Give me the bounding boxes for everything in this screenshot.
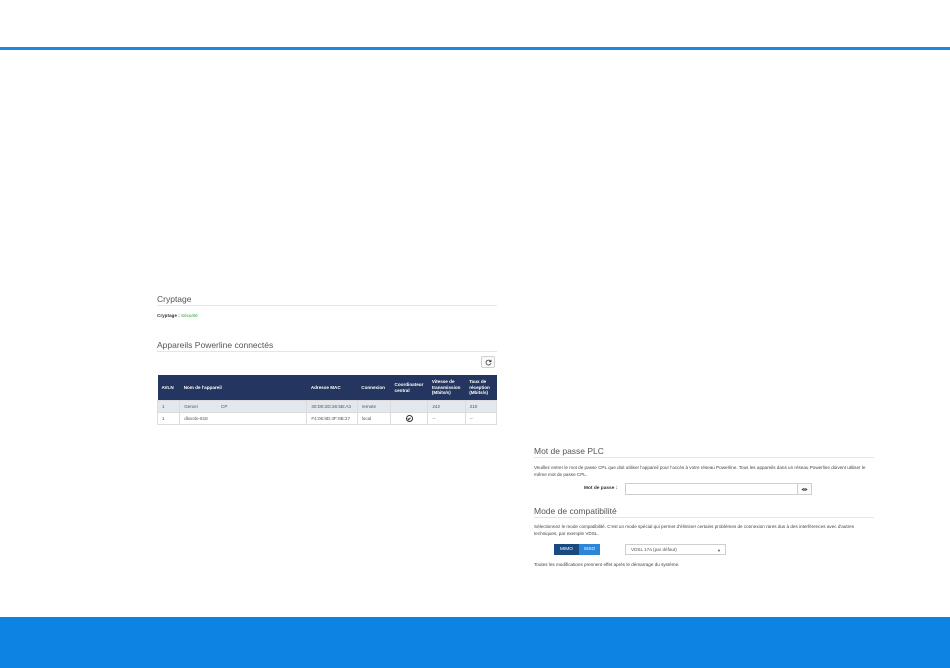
- cell-tx: 242: [427, 400, 466, 413]
- divider: [157, 305, 497, 306]
- refresh-button[interactable]: [481, 356, 495, 368]
- col-mac: Adresse MAC: [306, 375, 358, 401]
- encryption-value: Sécurité: [181, 313, 198, 318]
- eye-icon: [801, 487, 808, 491]
- cell-device-name: Gerxei CP: [179, 400, 308, 413]
- devices-table: AVLN Nom de l'appareil Adresse MAC Conne…: [156, 375, 498, 425]
- devices-title: Appareils Powerline connectés: [157, 340, 274, 350]
- footer-bar: [0, 617, 950, 668]
- compat-mode-value: VDSL 17a (par défaut): [631, 547, 677, 552]
- cell-connection: remote: [356, 400, 392, 413]
- show-password-button[interactable]: [797, 483, 812, 495]
- password-input[interactable]: [625, 483, 798, 495]
- cell-coordinator: [390, 400, 429, 413]
- device-name-suffix: CP: [221, 404, 228, 409]
- refresh-icon: [485, 359, 491, 365]
- password-label: Mot de passe :: [584, 486, 618, 491]
- password-title: Mot de passe PLC: [534, 446, 604, 456]
- col-tx: Vitesse de transmission (Mbits/s): [427, 375, 466, 401]
- divider: [534, 457, 874, 458]
- encryption-status: Cryptage : Sécurité: [157, 313, 198, 320]
- col-device-name: Nom de l'appareil: [179, 375, 307, 401]
- caret-down-icon: ▼: [717, 548, 721, 553]
- compat-note: Toutes les modifications prennent effet …: [534, 562, 680, 567]
- divider: [534, 517, 874, 518]
- cell-connection: local: [356, 412, 392, 425]
- cell-mac: 30:D8:2D:26:5B:A3: [306, 400, 358, 413]
- col-coordinator: Coordinateur central: [390, 375, 428, 401]
- cell-coordinator: [390, 412, 429, 425]
- cell-avln: 1: [156, 400, 181, 413]
- cell-mac: F4:06:8D:4F:8B:27: [306, 412, 358, 425]
- toggle-mimo[interactable]: MIMO: [554, 544, 579, 555]
- cell-rx: --: [464, 412, 498, 425]
- cell-device-name: dlxvolo-818: [179, 412, 308, 425]
- col-avln: AVLN: [157, 375, 180, 401]
- compat-mode-select[interactable]: VDSL 17a (par défaut) ▼: [625, 544, 726, 555]
- check-circle-icon: [405, 415, 413, 422]
- device-name: Gerxei: [184, 404, 198, 409]
- compat-description: Sélectionnez le mode compatibilité. C'es…: [534, 524, 855, 536]
- col-rx: Taux de réception (Mbits/s): [465, 375, 497, 401]
- compat-title: Mode de compatibilité: [534, 506, 617, 516]
- encryption-title: Cryptage: [157, 294, 192, 304]
- mode-toggle[interactable]: MIMO SISO: [554, 544, 600, 555]
- divider: [157, 351, 497, 352]
- toggle-siso[interactable]: SISO: [579, 544, 600, 555]
- cell-tx: --: [427, 412, 466, 425]
- cell-rx: 210: [464, 400, 498, 413]
- encryption-label: Cryptage :: [157, 313, 180, 318]
- cell-avln: 1: [156, 412, 181, 425]
- col-connection: Connexion: [357, 375, 391, 401]
- table-row: 1 Gerxei CP 30:D8:2D:26:5B:A3 remote 242…: [156, 400, 498, 413]
- password-description: Veuillez entrer le mot de passe CPL que …: [534, 465, 866, 477]
- table-row: 1 dlxvolo-818 F4:06:8D:4F:8B:27 local --…: [156, 412, 498, 425]
- header-accent-line: [0, 47, 950, 50]
- table-header-row: AVLN Nom de l'appareil Adresse MAC Conne…: [157, 375, 497, 401]
